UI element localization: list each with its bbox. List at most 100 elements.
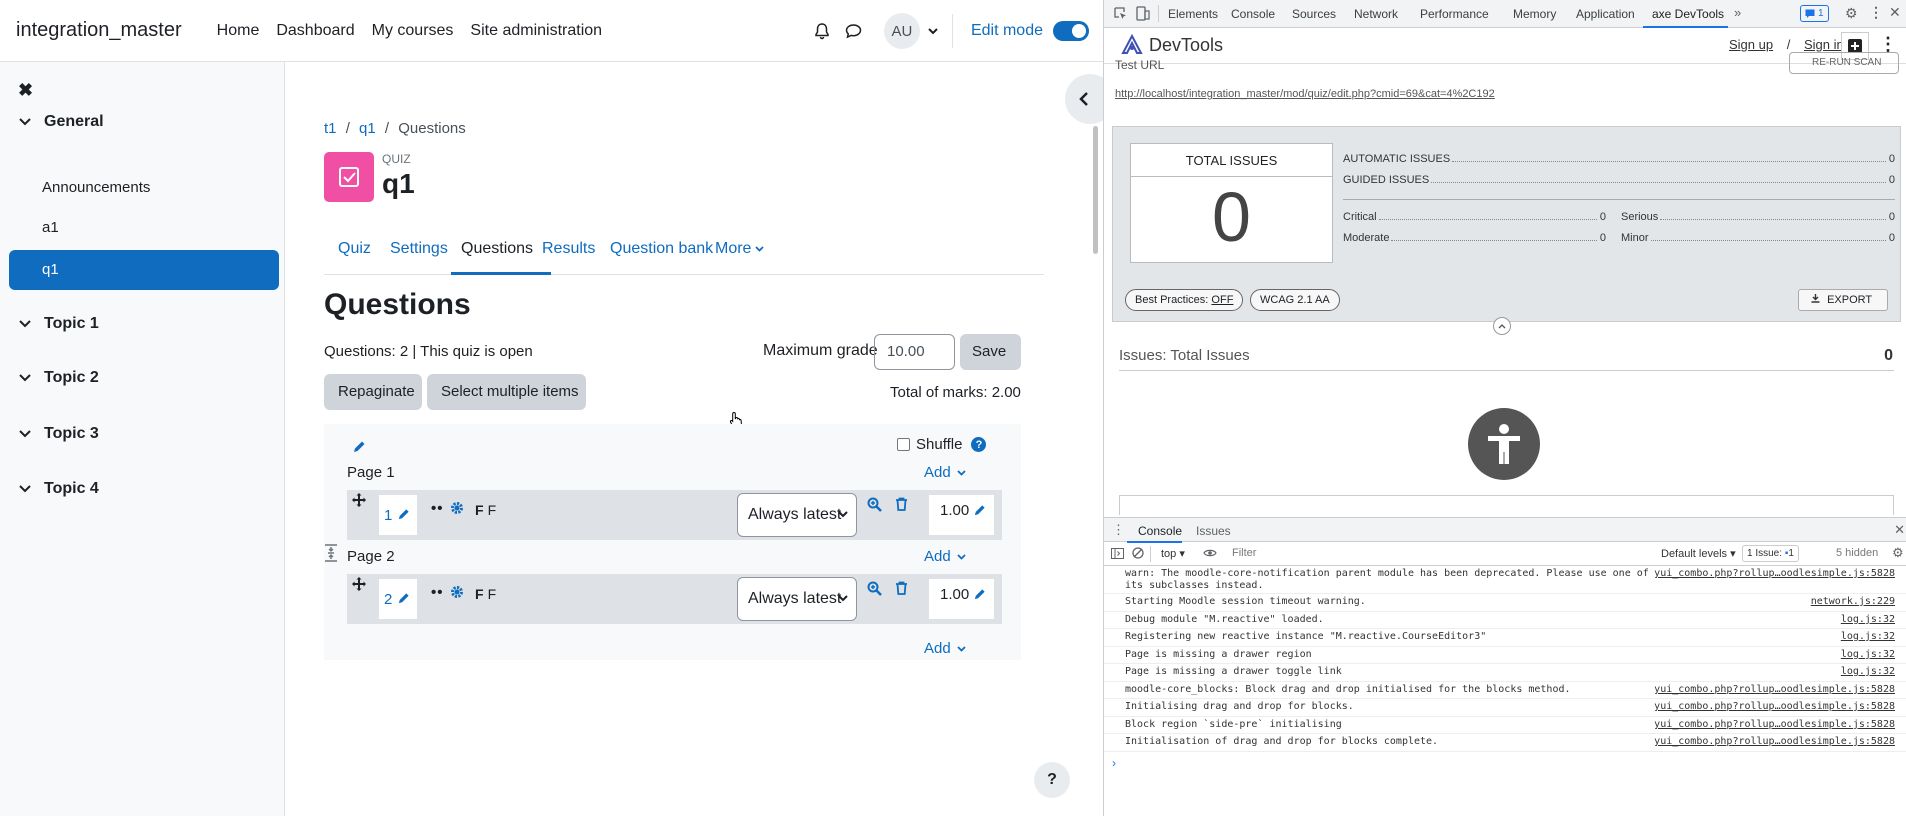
- live-expression-eye-icon[interactable]: [1203, 548, 1217, 558]
- tab-issues-drawer[interactable]: Issues: [1196, 524, 1231, 538]
- tab-network[interactable]: Network: [1354, 7, 1398, 21]
- log-levels-dropdown[interactable]: Default levels ▾: [1661, 547, 1736, 560]
- tab-settings[interactable]: Settings: [390, 240, 448, 258]
- close-icon[interactable]: ✖: [18, 80, 33, 101]
- move-icon[interactable]: [351, 492, 367, 508]
- help-button[interactable]: ?: [1034, 762, 1070, 798]
- tab-console-drawer[interactable]: Console: [1138, 524, 1182, 538]
- device-toolbar-icon[interactable]: [1136, 6, 1150, 21]
- serious-row[interactable]: Serious 0: [1621, 211, 1895, 223]
- edit-mode-toggle[interactable]: [1053, 21, 1089, 41]
- guided-issues-row[interactable]: GUIDED ISSUES 0: [1343, 174, 1895, 186]
- console-message-source[interactable]: yui_combo.php?rollup…oodlesimple.js:5828: [1654, 568, 1895, 579]
- edit-section-title-pencil-icon[interactable]: [352, 440, 366, 454]
- max-grade-input[interactable]: 10.00: [874, 334, 955, 370]
- tab-sources[interactable]: Sources: [1292, 7, 1336, 21]
- section-topic-3[interactable]: Topic 3: [18, 425, 99, 443]
- more-tabs-icon[interactable]: »: [1734, 5, 1741, 20]
- question-name[interactable]: FF: [475, 502, 496, 518]
- drawer-item-announcements[interactable]: Announcements: [42, 179, 150, 196]
- chevron-down-icon[interactable]: [18, 118, 32, 126]
- console-message-source[interactable]: log.js:32: [1841, 649, 1895, 660]
- section-general[interactable]: General: [18, 113, 104, 131]
- edit-pencil-icon[interactable]: [397, 508, 410, 521]
- tab-quiz[interactable]: Quiz: [338, 240, 371, 258]
- notifications-bell-icon[interactable]: [810, 19, 834, 43]
- scrollbar-thumb[interactable]: [1093, 126, 1098, 254]
- version-select[interactable]: Always latest: [737, 577, 857, 621]
- console-prompt[interactable]: ›: [1112, 756, 1116, 770]
- console-message-source[interactable]: log.js:32: [1841, 666, 1895, 677]
- minor-row[interactable]: Minor 0: [1621, 232, 1895, 244]
- chevron-down-icon[interactable]: [18, 374, 32, 382]
- nav-home[interactable]: Home: [217, 22, 260, 40]
- edit-pencil-icon[interactable]: [397, 592, 410, 605]
- critical-row[interactable]: Critical 0: [1343, 211, 1606, 223]
- repaginate-button[interactable]: Repaginate: [324, 374, 422, 410]
- close-drawer-icon[interactable]: ✕: [1894, 522, 1905, 538]
- test-url-link[interactable]: http://localhost/integration_master/mod/…: [1115, 88, 1495, 100]
- breadcrumb-link-q1[interactable]: q1: [359, 120, 376, 137]
- tab-application[interactable]: Application: [1576, 7, 1635, 21]
- issues-badge[interactable]: 1: [1800, 5, 1829, 22]
- version-select[interactable]: Always latest: [737, 493, 857, 537]
- add-menu-end[interactable]: Add: [924, 640, 966, 657]
- tab-console[interactable]: Console: [1231, 7, 1275, 21]
- section-topic-2[interactable]: Topic 2: [18, 369, 99, 387]
- add-menu-page-2[interactable]: Add: [924, 548, 966, 565]
- console-issues-badge[interactable]: 1 Issue: ▪1: [1742, 545, 1799, 562]
- context-selector[interactable]: top ▾: [1161, 547, 1185, 560]
- gear-icon[interactable]: [450, 501, 464, 515]
- clear-console-icon[interactable]: [1132, 547, 1144, 559]
- chevron-down-icon[interactable]: [18, 320, 32, 328]
- sidebar-toggle-icon[interactable]: [1111, 548, 1124, 559]
- console-message-source[interactable]: yui_combo.php?rollup…oodlesimple.js:5828: [1654, 701, 1895, 712]
- inspect-element-icon[interactable]: [1114, 7, 1127, 20]
- section-topic-4[interactable]: Topic 4: [18, 480, 99, 498]
- tab-performance[interactable]: Performance: [1420, 7, 1489, 21]
- close-devtools-icon[interactable]: ✕: [1889, 4, 1901, 21]
- drawer-item-q1[interactable]: q1: [9, 250, 279, 290]
- best-practices-toggle[interactable]: Best Practices: OFF: [1125, 289, 1244, 311]
- console-filter-input[interactable]: Filter: [1229, 545, 1574, 562]
- automatic-issues-row[interactable]: AUTOMATIC ISSUES 0: [1343, 153, 1895, 165]
- console-message-source[interactable]: log.js:32: [1841, 631, 1895, 642]
- select-multiple-button[interactable]: Select multiple items: [427, 374, 586, 410]
- sign-in-link[interactable]: Sign in: [1804, 37, 1844, 52]
- collapse-summary-button[interactable]: [1493, 317, 1511, 335]
- preview-zoom-icon[interactable]: [867, 581, 882, 596]
- question-mark-value[interactable]: 1.00: [940, 586, 969, 603]
- console-message-source[interactable]: log.js:32: [1841, 614, 1895, 625]
- delete-trash-icon[interactable]: [895, 581, 908, 595]
- tab-memory[interactable]: Memory: [1513, 7, 1556, 21]
- breadcrumb-link-t1[interactable]: t1: [324, 120, 337, 137]
- console-message-source[interactable]: yui_combo.php?rollup…oodlesimple.js:5828: [1654, 736, 1895, 747]
- drawer-menu-icon[interactable]: ⋮: [1112, 522, 1125, 538]
- more-options-icon[interactable]: ⋮: [1869, 4, 1883, 21]
- edit-pencil-icon[interactable]: [973, 588, 986, 601]
- nav-site-administration[interactable]: Site administration: [470, 22, 602, 40]
- tab-more[interactable]: More: [715, 240, 765, 258]
- console-settings-gear-icon[interactable]: ⚙: [1892, 545, 1904, 561]
- console-message-source[interactable]: yui_combo.php?rollup…oodlesimple.js:5828: [1654, 684, 1895, 695]
- sign-up-link[interactable]: Sign up: [1729, 37, 1773, 52]
- console-message-source[interactable]: network.js:229: [1811, 596, 1895, 607]
- chevron-down-icon[interactable]: [928, 27, 938, 35]
- tab-elements[interactable]: Elements: [1168, 7, 1218, 21]
- tab-question-bank[interactable]: Question bank: [610, 240, 713, 258]
- add-menu-page-1[interactable]: Add: [924, 464, 966, 481]
- section-topic-1[interactable]: Topic 1: [18, 315, 99, 333]
- tab-axe-devtools[interactable]: axe DevTools: [1652, 7, 1724, 21]
- tab-questions[interactable]: Questions: [461, 240, 533, 258]
- moderate-row[interactable]: Moderate 0: [1343, 232, 1606, 244]
- shuffle-checkbox[interactable]: [897, 438, 910, 451]
- drawer-item-a1[interactable]: a1: [42, 219, 59, 236]
- tab-results[interactable]: Results: [542, 240, 595, 258]
- chevron-down-icon[interactable]: [18, 430, 32, 438]
- user-avatar[interactable]: AU: [883, 13, 920, 49]
- wcag-standard-button[interactable]: WCAG 2.1 AA: [1250, 289, 1340, 311]
- messages-icon[interactable]: [842, 19, 866, 43]
- console-message-source[interactable]: yui_combo.php?rollup…oodlesimple.js:5828: [1654, 719, 1895, 730]
- rerun-scan-button[interactable]: RE-RUN SCAN: [1789, 52, 1899, 74]
- settings-gear-icon[interactable]: ⚙: [1845, 5, 1858, 22]
